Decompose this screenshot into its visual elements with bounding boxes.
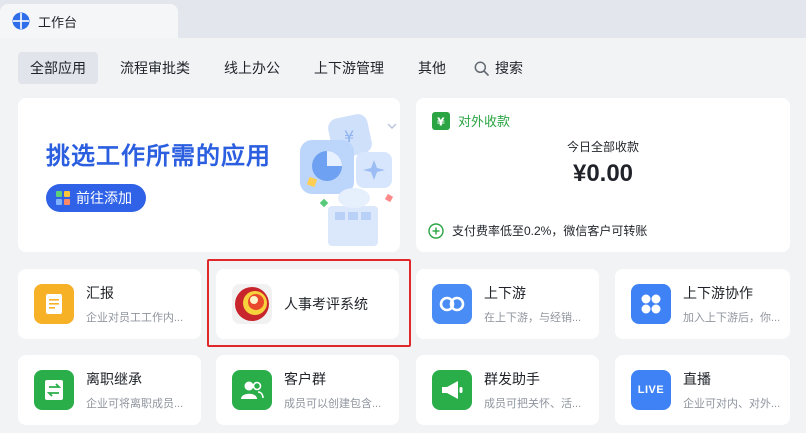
- add-apps-banner: 挑选工作所需的应用 前往添加 ¥: [18, 98, 400, 252]
- search-label: 搜索: [495, 60, 523, 76]
- apps-grid-icon: [56, 191, 70, 205]
- transfer-icon: [34, 370, 74, 410]
- app-card-mass-message[interactable]: 群发助手 成员可把关怀、活...: [416, 355, 599, 425]
- banner-title: 挑选工作所需的应用: [46, 143, 271, 170]
- payment-rate-note[interactable]: 支付费率低至0.2%，微信客户可转账: [428, 222, 647, 239]
- today-total-label: 今日全部收款: [566, 140, 639, 154]
- payment-icon: ¥: [432, 111, 450, 130]
- app-name: 客户群: [284, 371, 326, 387]
- plus-circle-icon: [428, 222, 444, 239]
- svg-text:¥: ¥: [437, 115, 445, 128]
- app-card-report[interactable]: 汇报 企业对员工工作内...: [18, 269, 201, 339]
- filter-tab-online-office[interactable]: 线上办公: [212, 52, 292, 84]
- payment-title: 对外收款: [458, 114, 511, 129]
- workbench-tab[interactable]: 工作台: [0, 4, 178, 38]
- add-apps-button[interactable]: 前往添加: [46, 184, 146, 212]
- megaphone-icon: [432, 370, 472, 410]
- hr-eval-logo-icon: [232, 284, 272, 324]
- app-name: 上下游协作: [683, 285, 753, 301]
- live-icon: LIVE: [631, 370, 671, 410]
- live-badge-text: LIVE: [637, 384, 665, 396]
- add-apps-button-label: 前往添加: [76, 190, 132, 206]
- report-icon: [34, 284, 74, 324]
- app-name: 人事考评系统: [284, 296, 368, 312]
- search-icon: [474, 61, 489, 76]
- banner-illustration: ¥: [300, 114, 397, 246]
- app-card-hr-eval[interactable]: 人事考评系统: [216, 269, 399, 339]
- payment-card[interactable]: ¥ 对外收款 今日全部收款 ¥0.00 支付费率低至0.2%，微信客户可转账: [416, 98, 790, 252]
- app-name: 直播: [683, 371, 711, 387]
- app-desc: 企业可将离职成员...: [86, 398, 184, 410]
- grid-icon: [631, 284, 671, 324]
- today-total-amount: ¥0.00: [572, 160, 634, 187]
- app-card-upstream-downstream[interactable]: 上下游 在上下游，与经销...: [416, 269, 599, 339]
- app-desc: 在上下游，与经销...: [484, 312, 582, 324]
- app-desc: 成员可以创建包含...: [284, 398, 382, 410]
- filter-tab-all[interactable]: 全部应用: [18, 52, 98, 84]
- app-name: 离职继承: [86, 371, 142, 387]
- workbench-tab-label: 工作台: [38, 14, 78, 30]
- app-card-customer-group[interactable]: 客户群 成员可以创建包含...: [216, 355, 399, 425]
- payment-note-text: 支付费率低至0.2%，微信客户可转账: [452, 224, 648, 238]
- app-card-resignation-transfer[interactable]: 离职继承 企业可将离职成员...: [18, 355, 201, 425]
- window-tab-bar: 工作台: [0, 0, 806, 38]
- app-desc: 企业对员工工作内...: [86, 312, 184, 324]
- app-desc: 加入上下游后，你...: [683, 312, 781, 324]
- search-button[interactable]: 搜索: [468, 52, 535, 84]
- filter-tab-supply-chain[interactable]: 上下游管理: [302, 52, 396, 84]
- app-desc: 成员可把关怀、活...: [484, 398, 582, 410]
- filter-tab-other[interactable]: 其他: [406, 52, 458, 84]
- app-card-live[interactable]: LIVE 直播 企业可对内、对外...: [615, 355, 790, 425]
- app-card-supply-collab[interactable]: 上下游协作 加入上下游后，你...: [615, 269, 790, 339]
- category-filter-bar: 全部应用 流程审批类 线上办公 上下游管理 其他 搜索: [18, 52, 535, 84]
- group-icon: [232, 370, 272, 410]
- app-name: 汇报: [86, 285, 114, 301]
- workbench-main: 全部应用 流程审批类 线上办公 上下游管理 其他 搜索 挑选工作所需的应用 前往…: [0, 38, 806, 433]
- app-name: 群发助手: [484, 371, 540, 387]
- workbench-app-icon: [12, 12, 30, 30]
- app-desc: 企业可对内、对外...: [683, 398, 781, 410]
- link-icon: [432, 284, 472, 324]
- app-name: 上下游: [484, 285, 526, 301]
- filter-tab-approval[interactable]: 流程审批类: [108, 52, 202, 84]
- payment-header: ¥ 对外收款: [432, 111, 510, 130]
